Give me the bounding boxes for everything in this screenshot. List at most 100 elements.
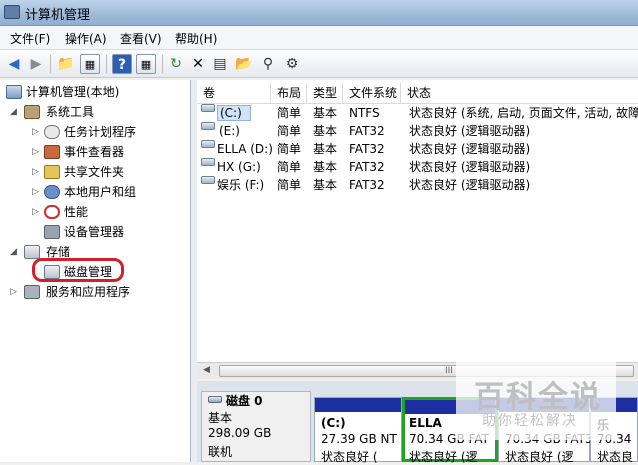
panel-icon[interactable]: ▦ [136,54,156,74]
event-log-icon [44,145,60,159]
collapsed-arrow-icon[interactable]: ▷ [32,182,42,202]
volume-filesystem: FAT32 [349,160,385,174]
menu-view[interactable]: 查看(V) [120,30,162,47]
volume-status: 状态良好 (逻辑驱动器) [409,142,531,156]
disk-0-info[interactable]: 磁盘 0 基本 298.09 GB 联机 [201,391,311,462]
tree-label: 任务计划程序 [64,125,137,139]
help-icon[interactable]: ? [112,54,132,74]
volume-type: 基本 [313,142,338,156]
table-row[interactable]: HX (G:) 简单 基本 FAT32 状态良好 (逻辑驱动器) [197,158,638,176]
column-header-filesystem[interactable]: 文件系统 [343,83,401,103]
volume-icon [201,122,215,130]
open-icon[interactable]: 📂 [234,54,254,74]
tree-item-shared-folders[interactable]: ▷ 共享文件夹 [32,162,190,182]
volume-name: HX (G:) [217,160,261,174]
computer-icon [6,85,22,99]
partition-name: ELLA [409,416,442,430]
volume-filesystem: FAT32 [349,178,385,192]
services-icon [24,285,40,299]
scroll-left-icon[interactable]: ◀ [203,365,210,375]
table-row[interactable]: ELLA (D:) 简单 基本 FAT32 状态良好 (逻辑驱动器) [197,140,638,158]
tree-label: 本地用户和组 [64,185,137,199]
performance-icon [44,205,60,219]
disk-size: 298.09 GB [208,426,272,440]
volume-status: 状态良好 (逻辑驱动器) [409,124,531,138]
table-row[interactable]: (C:) 简单 基本 NTFS 状态良好 (系统, 启动, 页面文件, 活动, … [197,104,638,122]
volume-layout: 简单 [277,160,302,174]
back-arrow-icon[interactable]: ◀ [4,54,24,74]
partition-c[interactable]: (C:) 27.39 GB NT 状态良好 ( [314,397,402,464]
search-icon[interactable]: ⚲ [258,54,278,74]
collapsed-arrow-icon[interactable]: ▷ [32,162,42,182]
clock-icon [44,125,60,139]
volume-name: 娱乐 (F:) [217,178,265,192]
tree-item-device-manager[interactable]: 设备管理器 [44,222,190,242]
up-folder-icon[interactable]: 📁 [56,54,76,74]
tree-item-event-viewer[interactable]: ▷ 事件查看器 [32,142,190,162]
highlight-circle [32,258,124,282]
tree-label: 共享文件夹 [64,165,125,179]
column-header-status[interactable]: 状态 [401,83,638,103]
column-header-layout[interactable]: 布局 [271,83,307,103]
volume-filesystem: FAT32 [349,124,385,138]
volume-layout: 简单 [277,142,302,156]
volume-layout: 简单 [277,106,302,120]
tools-icon [24,105,40,119]
navigation-tree: 计算机管理(本地) ◢ 系统工具 ▷ 任务计划程序 ▷ 事件查看器 ▷ 共享文件… [0,80,191,462]
volume-icon [201,104,215,112]
partition-bar [315,398,401,412]
toolbar-separator [50,55,51,73]
table-row[interactable]: 娱乐 (F:) 简单 基本 FAT32 状态良好 (逻辑驱动器) [197,176,638,194]
partition-size: 27.39 GB NT [321,432,397,446]
partition-status: 状态良 [597,450,634,464]
volume-status: 状态良好 (系统, 启动, 页面文件, 活动, 故障 [409,106,638,120]
shared-folder-icon [44,165,60,179]
properties-icon[interactable]: ▤ [210,54,230,74]
menu-bar: 文件(F) 操作(A) 查看(V) 帮助(H) [0,26,638,50]
scroll-grip: III [445,366,453,376]
tree-label: 系统工具 [46,105,95,119]
collapsed-arrow-icon[interactable]: ▷ [32,202,42,222]
expanded-arrow-icon[interactable]: ◢ [10,102,20,122]
watermark-subtitle: 助你轻松解决 [482,413,578,429]
window-titlebar: 计算机管理 [0,0,638,26]
users-icon [44,185,60,199]
collapsed-arrow-icon[interactable]: ▷ [32,122,42,142]
column-header-type[interactable]: 类型 [307,83,343,103]
tree-item-system-tools[interactable]: ◢ 系统工具 [10,102,190,122]
partition-name: (C:) [321,416,346,430]
volume-layout: 简单 [277,124,302,138]
tree-item-task-scheduler[interactable]: ▷ 任务计划程序 [32,122,190,142]
tree-item-local-users[interactable]: ▷ 本地用户和组 [32,182,190,202]
settings-icon[interactable]: ⚙ [282,54,302,74]
menu-help[interactable]: 帮助(H) [175,30,217,47]
tree-label: 计算机管理(本地) [26,85,120,99]
tree-item-performance[interactable]: ▷ 性能 [32,202,190,222]
collapsed-arrow-icon[interactable]: ▷ [32,142,42,162]
forward-arrow-icon[interactable]: ▶ [26,54,46,74]
device-manager-icon [44,225,60,239]
volume-type: 基本 [313,160,338,174]
storage-icon [24,245,40,259]
volume-list: 卷 布局 类型 文件系统 状态 (C:) 简单 基本 NTFS 状态良好 (系统… [197,80,638,362]
show-hide-tree-icon[interactable]: ▦ [80,54,100,74]
delete-icon[interactable]: ✕ [188,54,208,74]
volume-filesystem: NTFS [349,106,380,120]
collapsed-arrow-icon[interactable]: ▷ [10,282,20,302]
table-row[interactable]: (E:) 简单 基本 FAT32 状态良好 (逻辑驱动器) [197,122,638,140]
refresh-icon[interactable]: ↻ [166,54,186,74]
volume-name: (C:) [217,105,251,121]
menu-file[interactable]: 文件(F) [10,30,50,47]
toolbar: ◀ ▶ 📁 ▦ ? ▦ ↻ ✕ ▤ 📂 ⚲ ⚙ [0,50,638,78]
tree-item-computer-management[interactable]: 计算机管理(本地) [4,82,190,102]
partition-status: 状态良好 (逻 [409,450,478,464]
menu-action[interactable]: 操作(A) [65,30,107,47]
tree-label: 性能 [64,205,89,219]
disk-type: 基本 [208,411,233,425]
volume-layout: 简单 [277,178,302,192]
column-header-volume[interactable]: 卷 [197,83,271,103]
disk-icon [208,396,222,403]
expanded-arrow-icon[interactable]: ◢ [10,242,20,262]
tree-item-services-apps[interactable]: ▷ 服务和应用程序 [10,282,190,302]
partition-status: 状态良好 ( [321,450,378,464]
